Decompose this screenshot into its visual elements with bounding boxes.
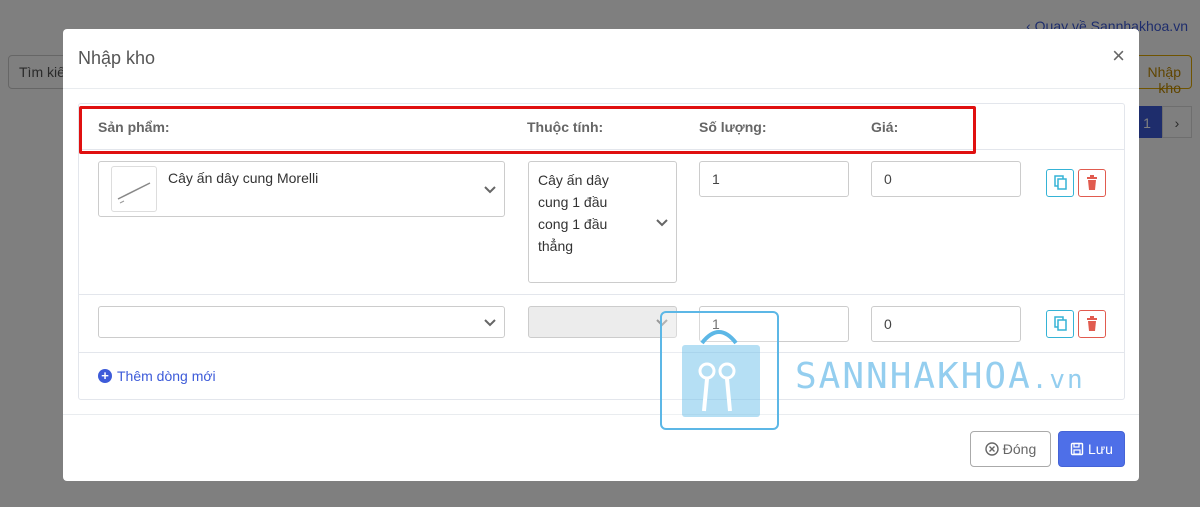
price-input[interactable]: 0 — [871, 161, 1021, 197]
product-name: Cây ấn dây cung Morelli — [168, 170, 319, 186]
plus-circle-icon: + — [98, 369, 112, 383]
product-select[interactable] — [98, 306, 505, 338]
trash-icon — [1087, 175, 1097, 190]
table-row: 1 0 — [79, 295, 1124, 353]
watermark-logo — [660, 311, 779, 430]
copy-icon — [1054, 316, 1067, 331]
price-input[interactable]: 0 — [871, 306, 1021, 342]
modal-header: Nhập kho × — [63, 29, 1139, 89]
table-header: Sản phẩm: Thuộc tính: Số lượng: Giá: — [79, 104, 1124, 154]
attribute-line: thẳng — [538, 238, 574, 254]
delete-row-button[interactable] — [1078, 310, 1106, 338]
highlight-annotation — [79, 106, 976, 154]
add-row-link[interactable]: + Thêm dòng mới — [98, 368, 216, 384]
watermark-text: SANNHAKHOA.vn — [795, 356, 1085, 397]
attribute-line: Cây ấn dây — [538, 172, 609, 188]
attribute-select[interactable]: Cây ấn dây cung 1 đầu cong 1 đầu thẳng — [528, 161, 677, 283]
save-icon — [1070, 442, 1084, 456]
attribute-line: cung 1 đầu — [538, 194, 608, 210]
close-icon[interactable]: × — [1112, 45, 1125, 67]
modal-footer: Đóng Lưu — [63, 414, 1139, 481]
duplicate-row-button[interactable] — [1046, 169, 1074, 197]
duplicate-row-button[interactable] — [1046, 310, 1074, 338]
chevron-down-icon — [656, 219, 668, 227]
close-button[interactable]: Đóng — [970, 431, 1051, 467]
chevron-down-icon — [484, 319, 496, 327]
save-button[interactable]: Lưu — [1058, 431, 1125, 467]
modal-title: Nhập kho — [78, 48, 156, 68]
table-row: Cây ấn dây cung Morelli Cây ấn dây cung … — [79, 150, 1124, 295]
product-select[interactable]: Cây ấn dây cung Morelli — [98, 161, 505, 217]
attribute-select-disabled[interactable] — [528, 306, 677, 338]
import-modal: Nhập kho × Sản phẩm: Thuộc tính: Số lượn… — [63, 29, 1139, 481]
product-thumbnail — [111, 166, 157, 212]
chevron-down-icon — [484, 186, 496, 194]
copy-icon — [1054, 175, 1067, 190]
close-circle-icon — [985, 442, 999, 456]
delete-row-button[interactable] — [1078, 169, 1106, 197]
trash-icon — [1087, 316, 1097, 331]
attribute-line: cong 1 đầu — [538, 216, 608, 232]
quantity-input[interactable]: 1 — [699, 161, 849, 197]
